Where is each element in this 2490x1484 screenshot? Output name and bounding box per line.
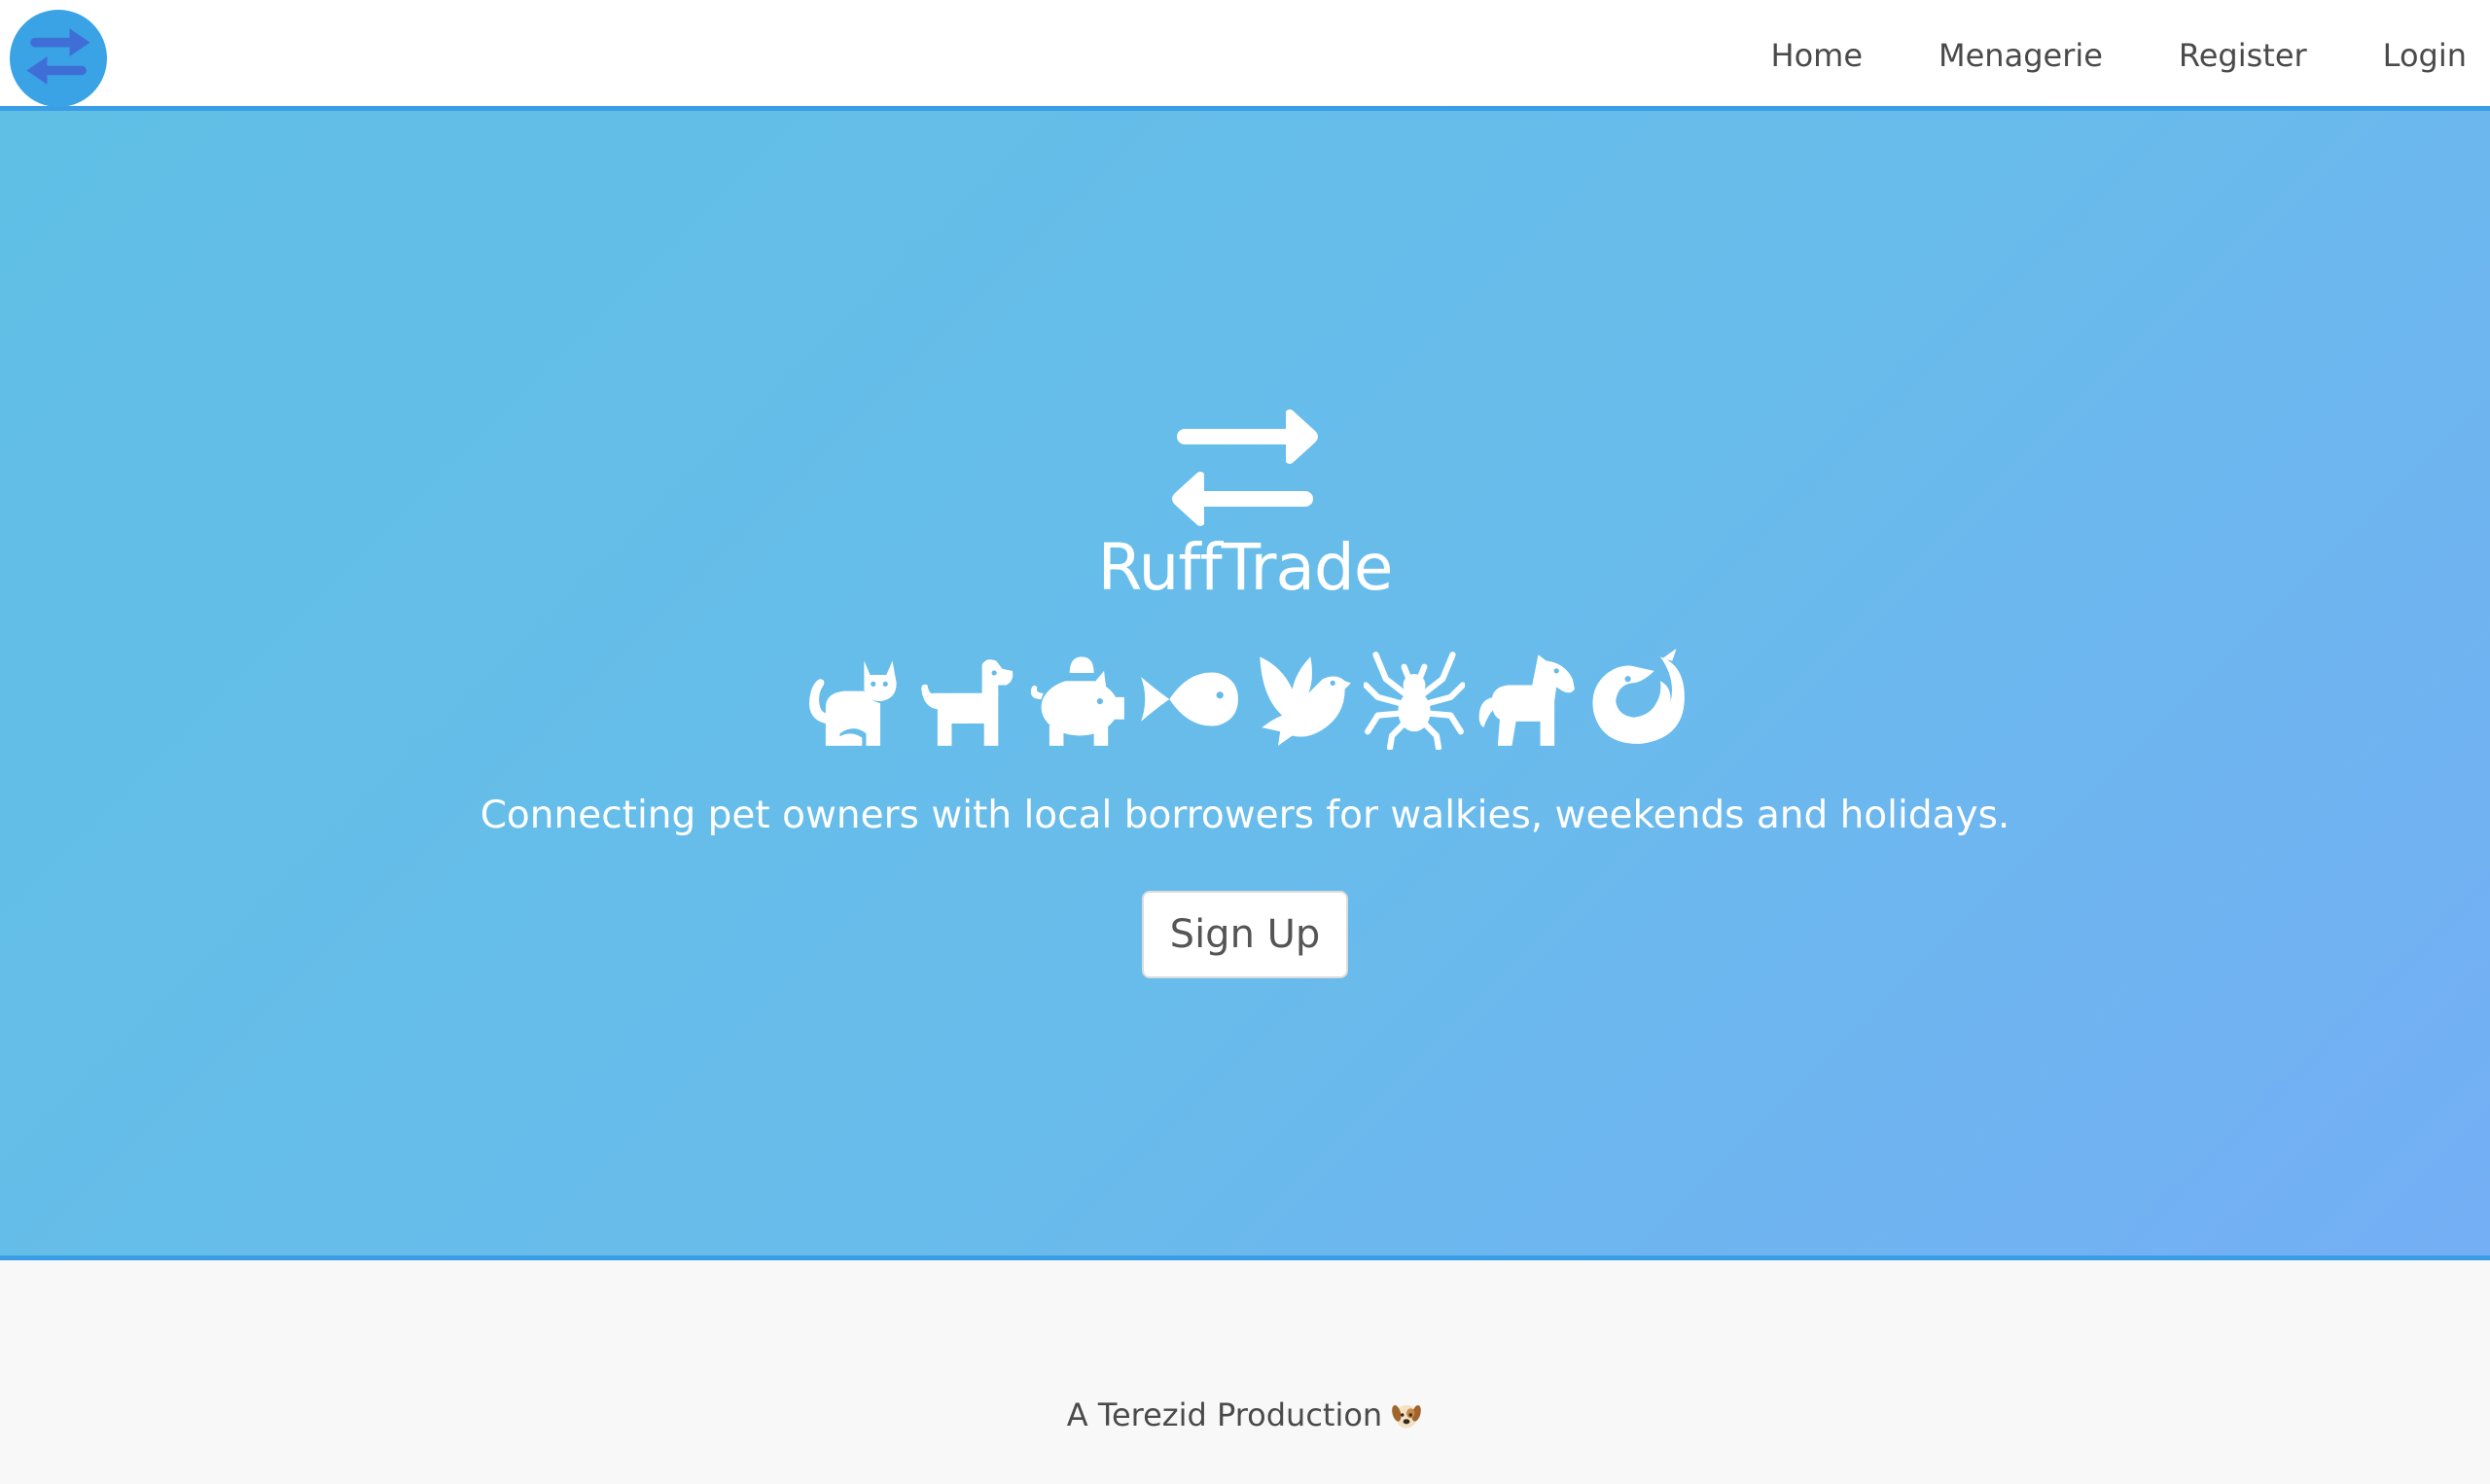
hero-title: RuffTrade — [1097, 530, 1394, 605]
nav-link-home[interactable]: Home — [1771, 40, 1864, 71]
dove-icon — [1259, 656, 1351, 746]
footer: A Terezid Production — [0, 1260, 2490, 1484]
nav-link-register[interactable]: Register — [2179, 40, 2307, 71]
footer-credit: A Terezid Production — [0, 1396, 2490, 1433]
nav-link-menagerie[interactable]: Menagerie — [1939, 40, 2103, 71]
dog-face-icon — [1392, 1404, 1422, 1429]
horse-icon — [1478, 654, 1575, 746]
piggy-bank-icon — [1031, 656, 1125, 746]
footer-credit-text: A Terezid Production — [1066, 1396, 1383, 1433]
shrimp-icon — [1592, 649, 1685, 744]
swap-arrows-icon[interactable] — [10, 10, 107, 107]
top-navbar: Home Menagerie Register Login — [0, 0, 2490, 111]
hero-section: RuffTrade Connecting pet owners with loc… — [0, 111, 2490, 1260]
swap-arrows-icon — [1172, 409, 1318, 526]
cat-icon — [809, 660, 897, 746]
hero-tagline: Connecting pet owners with local borrowe… — [480, 794, 2010, 837]
logo-graphic — [26, 28, 90, 85]
sign-up-button[interactable]: Sign Up — [1142, 891, 1348, 978]
animal-icon-row — [803, 646, 1689, 753]
dog-icon — [921, 659, 1014, 746]
nav-link-login[interactable]: Login — [2383, 40, 2467, 71]
fish-icon — [1141, 672, 1239, 726]
nav-links: Home Menagerie Register Login — [1695, 0, 2468, 111]
spider-icon — [1363, 652, 1465, 750]
